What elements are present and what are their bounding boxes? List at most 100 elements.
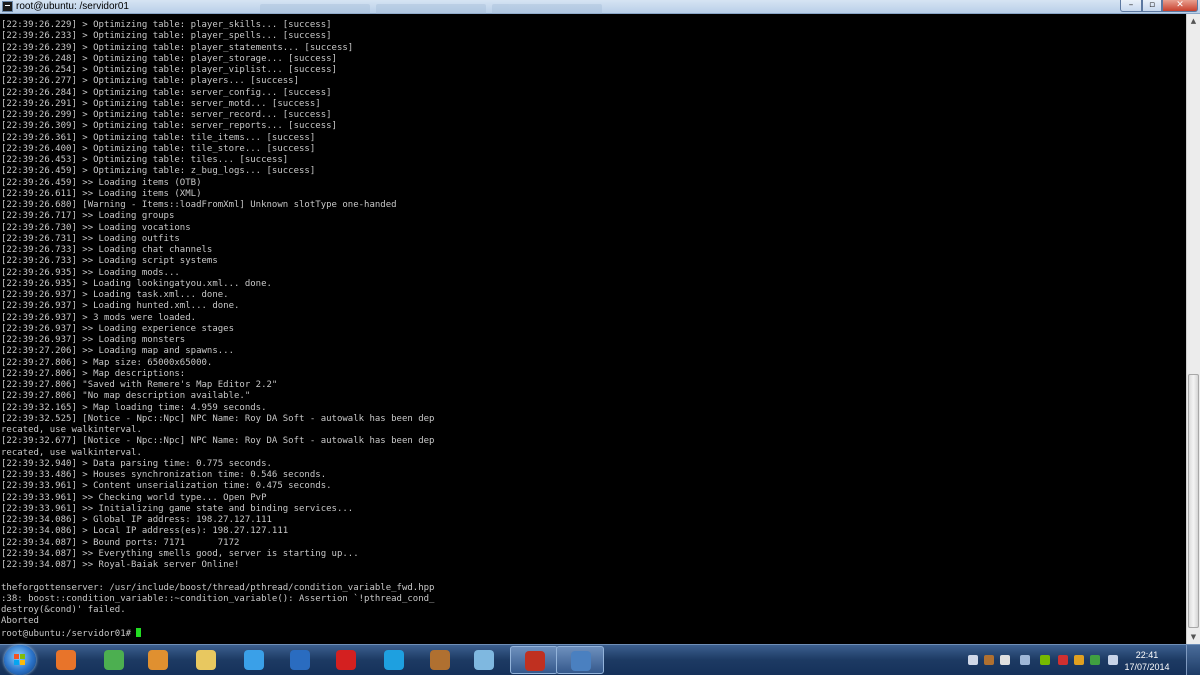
taskbar-app-file-explorer[interactable] (182, 646, 230, 674)
terminal-line: [22:39:27.206] >> Loading map and spawns… (1, 346, 234, 357)
terminal-line: [22:39:26.239] > Optimizing table: playe… (1, 42, 354, 53)
terminal-line: [22:39:26.309] > Optimizing table: serve… (1, 121, 337, 132)
terminal-line: recated, use walkinterval. (1, 447, 142, 458)
vertical-scrollbar[interactable]: ▲ ▼ (1186, 14, 1200, 644)
volume-icon[interactable] (968, 655, 978, 665)
maximize-button[interactable]: ▫ (1142, 0, 1162, 12)
network-icon[interactable] (1020, 655, 1030, 665)
shield-tray-icon[interactable] (1074, 655, 1084, 665)
notepad-icon (474, 650, 494, 670)
windows-logo-icon (14, 654, 26, 666)
terminal-line: [22:39:26.284] > Optimizing table: serve… (1, 87, 332, 98)
nvidia-icon[interactable] (1040, 655, 1050, 665)
terminal-line: [22:39:26.935] >> Loading mods... (1, 267, 180, 278)
terminal-line: [22:39:26.733] >> Loading chat channels (1, 245, 213, 255)
terminal-line: [22:39:33.486] > Houses synchronization … (1, 470, 327, 480)
clock-time[interactable]: 22:41 (1124, 650, 1170, 660)
terminal-line: [22:39:26.453] > Optimizing table: tiles… (1, 155, 289, 165)
terminal-line: [22:39:32.940] > Data parsing time: 0.77… (1, 458, 272, 469)
terminal-line: theforgottenserver: /usr/include/boost/t… (1, 582, 435, 593)
taskbar-app-chrome[interactable] (90, 646, 138, 674)
terminal-output[interactable]: [22:39:26.229] > Optimizing table: playe… (0, 14, 1186, 644)
minimize-button[interactable]: – (1120, 0, 1142, 12)
signal-tray-icon[interactable] (1108, 655, 1118, 665)
terminal-line: [22:39:26.731] >> Loading outfits (1, 233, 180, 244)
shell-prompt: root@ubuntu:/servidor01# (1, 628, 137, 639)
terminal-line: Aborted (1, 616, 39, 627)
taskbar-app-notepad[interactable] (460, 646, 508, 674)
start-button[interactable] (4, 645, 36, 675)
terminal-line: [22:39:34.087] > Bound ports: 7171 7172 (1, 537, 240, 548)
taskbar-app-photoshop[interactable] (276, 646, 324, 674)
antivirus-icon[interactable] (1058, 655, 1068, 665)
terminal-line: [22:39:26.680] [Warning - Items::loadFro… (1, 200, 397, 210)
window-title-bar[interactable]: root@ubuntu: /servidor01 – ▫ ✕ (0, 0, 1200, 15)
terminal-line: [22:39:34.087] >> Royal-Baiak server Onl… (1, 560, 240, 570)
photoshop-icon (290, 650, 310, 670)
terminal-line: [22:39:33.961] >> Checking world type...… (1, 492, 267, 503)
terminal-line: [22:39:26.233] > Optimizing table: playe… (1, 31, 332, 42)
scroll-up-arrow-icon[interactable]: ▲ (1187, 14, 1200, 28)
terminal-line: [22:39:32.525] [Notice - Npc::Npc] NPC N… (1, 413, 435, 424)
terminal-line: [22:39:26.937] > 3 mods were loaded. (1, 312, 197, 323)
taskbar-app-putty[interactable] (556, 646, 604, 674)
terminal-line: [22:39:26.730] >> Loading vocations (1, 222, 191, 233)
close-button[interactable]: ✕ (1162, 0, 1198, 12)
terminal-line: [22:39:26.935] > Loading lookingatyou.xm… (1, 278, 272, 289)
taskbar-app-pokeball[interactable] (322, 646, 370, 674)
terminal-cursor (136, 627, 142, 637)
terminal-line: destroy(&cond)' failed. (1, 605, 126, 615)
taskbar-app-squirrel-app[interactable] (416, 646, 464, 674)
background-window-tabs (260, 0, 960, 15)
terminal-app-icon (2, 1, 13, 12)
terminal-line: [22:39:26.717] >> Loading groups (1, 211, 175, 222)
terminal-line: [22:39:32.165] > Map loading time: 4.959… (1, 402, 267, 413)
taskbar-app-skype[interactable] (370, 646, 418, 674)
skype-icon (384, 650, 404, 670)
chrome-icon (104, 650, 124, 670)
clock-date[interactable]: 17/07/2014 (1124, 662, 1170, 672)
update-tray-icon[interactable] (1090, 655, 1100, 665)
terminal-line: [22:39:26.400] > Optimizing table: tile_… (1, 143, 316, 154)
taskbar-app-internet-explorer[interactable] (230, 646, 278, 674)
terminal-line: :38: boost::condition_variable::~conditi… (1, 593, 435, 604)
terminal-line: [22:39:26.611] >> Loading items (XML) (1, 188, 202, 199)
terminal-line: [22:39:27.806] "No map description avail… (1, 391, 251, 402)
game-client-icon (525, 651, 545, 671)
terminal-line: [22:39:26.459] > Optimizing table: z_bug… (1, 166, 316, 177)
terminal-line: [22:39:26.937] >> Loading experience sta… (1, 323, 234, 334)
terminal-line: [22:39:33.961] > Content unserialization… (1, 481, 332, 492)
terminal-line: [22:39:27.806] "Saved with Remere's Map … (1, 380, 278, 390)
terminal-text: [22:39:26.229] > Optimizing table: playe… (0, 14, 1186, 640)
squirrel-app-icon (430, 650, 450, 670)
taskbar-app-game-client[interactable] (510, 646, 558, 674)
terminal-line: [22:39:26.733] >> Loading script systems (1, 256, 218, 267)
terminal-line: [22:39:26.937] > Loading task.xml... don… (1, 290, 229, 300)
terminal-line: [22:39:26.229] > Optimizing table: playe… (1, 20, 332, 30)
terminal-line: [22:39:33.961] >> Initializing game stat… (1, 503, 354, 514)
pokeball-icon (336, 650, 356, 670)
file-explorer-icon (196, 650, 216, 670)
scroll-down-arrow-icon[interactable]: ▼ (1187, 630, 1200, 644)
terminal-line: [22:39:34.086] > Global IP address: 198.… (1, 515, 272, 525)
terminal-line: [22:39:26.459] >> Loading items (OTB) (1, 177, 202, 188)
terminal-line: [22:39:27.806] > Map descriptions: (1, 368, 186, 379)
window-title: root@ubuntu: /servidor01 (16, 1, 129, 12)
terminal-line: [22:39:26.277] > Optimizing table: playe… (1, 76, 300, 87)
internet-explorer-icon (244, 650, 264, 670)
taskbar-app-firefox[interactable] (42, 646, 90, 674)
terminal-line: [22:39:32.677] [Notice - Npc::Npc] NPC N… (1, 436, 435, 447)
terminal-line: recated, use walkinterval. (1, 425, 142, 435)
terminal-line: [22:39:34.087] >> Everything smells good… (1, 548, 359, 559)
squirrel-tray-icon[interactable] (984, 655, 994, 665)
terminal-line: [22:39:26.937] >> Loading monsters (1, 335, 186, 345)
taskbar-app-media-player[interactable] (134, 646, 182, 674)
flag-tray-icon[interactable] (1000, 655, 1010, 665)
terminal-line: [22:39:26.291] > Optimizing table: serve… (1, 98, 321, 109)
terminal-line: [22:39:26.361] > Optimizing table: tile_… (1, 132, 316, 143)
show-desktop-button[interactable] (1186, 645, 1200, 675)
media-player-icon (148, 650, 168, 670)
terminal-line: [22:39:26.299] > Optimizing table: serve… (1, 110, 332, 120)
scrollbar-thumb[interactable] (1188, 374, 1199, 628)
terminal-line: [22:39:34.086] > Local IP address(es): 1… (1, 526, 289, 537)
